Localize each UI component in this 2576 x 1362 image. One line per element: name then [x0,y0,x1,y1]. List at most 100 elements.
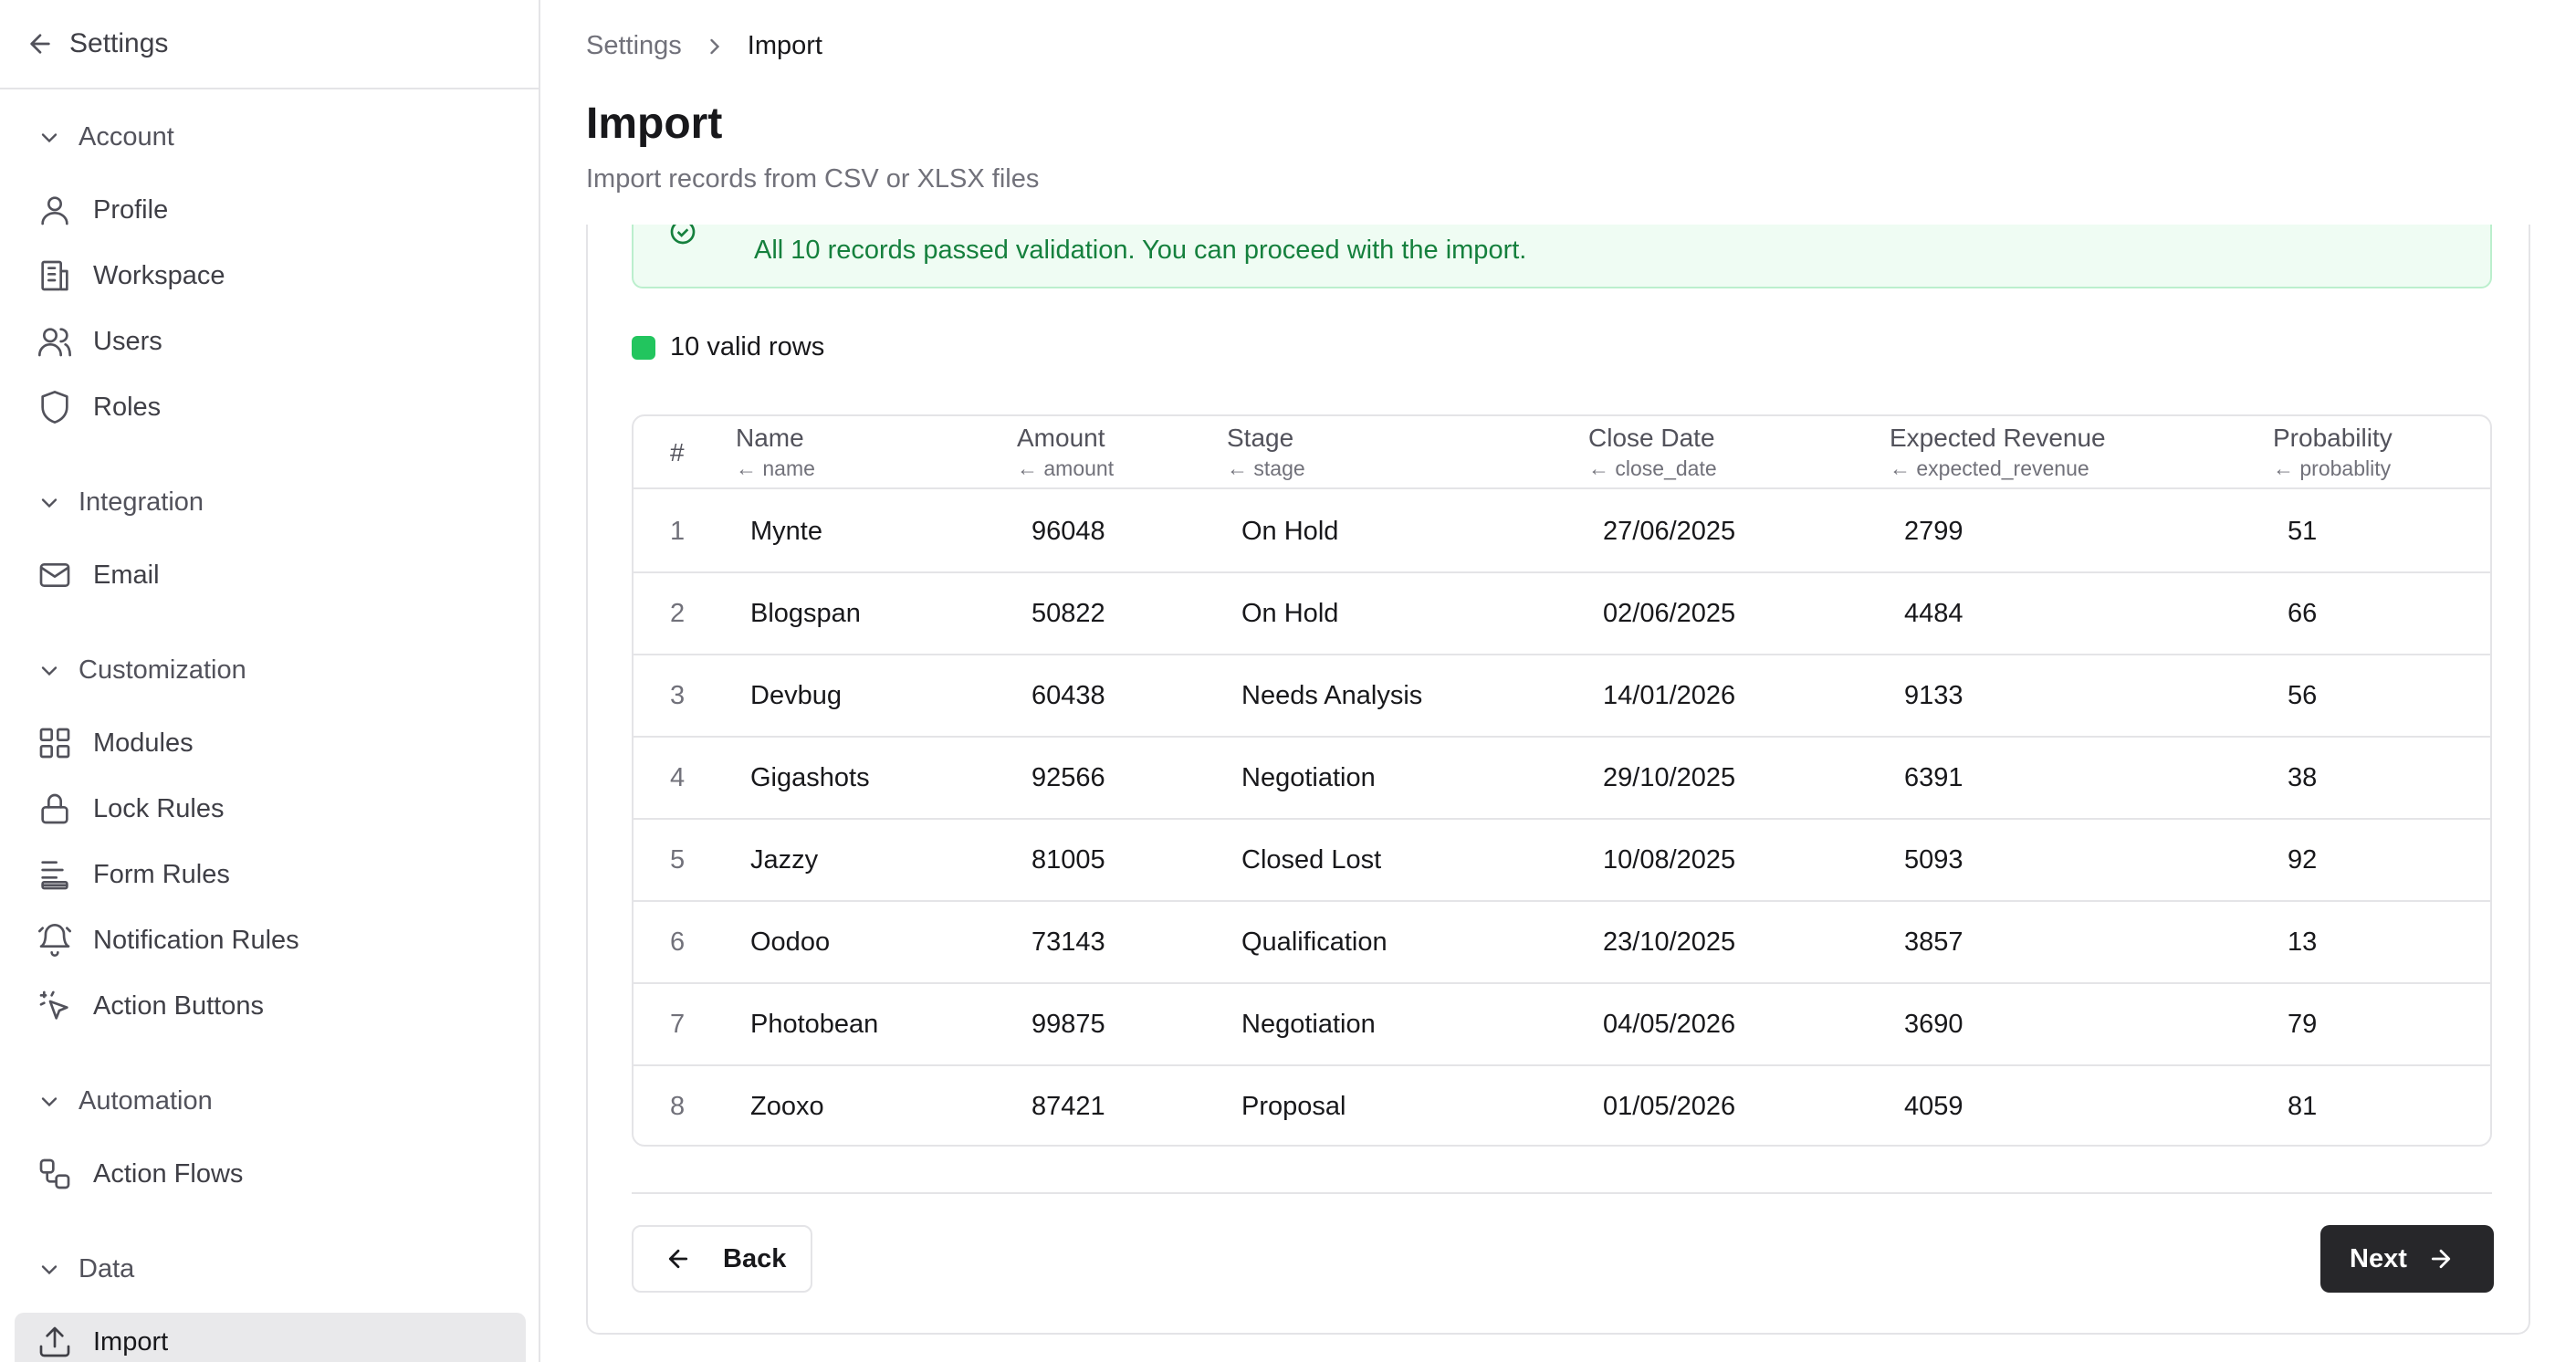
cell-amount: 73143 [1031,927,1105,957]
mail-icon [39,563,70,587]
cell-amount: 60438 [1031,681,1105,710]
building-icon [41,260,68,291]
cell-close-date: 27/06/2025 [1603,517,1736,546]
cell-probability: 79 [2288,1010,2318,1039]
cell-probability: 81 [2288,1092,2318,1121]
footer-divider [632,1192,2492,1194]
cell-close-date: 02/06/2025 [1603,599,1736,628]
column-source-field: close_date [1615,456,1717,480]
group-account[interactable]: Account [37,122,174,152]
cell-amount: 81005 [1031,845,1105,875]
validation-message: All 10 records passed validation. You ca… [754,236,1527,265]
column-title: Probability [2273,424,2393,452]
workflow-icon [39,1158,70,1189]
arrow-left-icon [30,34,50,54]
cell-close-date: 14/01/2026 [1603,681,1736,710]
table-header: # Name ← name Amount ← amount Stage ← st… [634,416,2490,489]
cell-close-date: 23/10/2025 [1603,927,1736,957]
bell-icon [38,924,71,957]
column-source: ← probablity [2273,456,2392,480]
chevron-down-icon [41,132,58,142]
arrow-left-icon [668,1249,688,1269]
column-source-field: probablity [2299,456,2392,480]
upload-icon [39,1326,70,1357]
group-integration[interactable]: Integration [37,487,204,518]
column-title: Name [736,424,804,452]
cell-stage: Closed Lost [1241,845,1382,875]
sidebar-item-profile[interactable]: Profile [15,183,526,237]
import-card: All 10 records passed validation. You ca… [586,225,2530,1335]
row-index: 2 [670,599,686,628]
sidebar-item-label: Notification Rules [93,925,299,955]
sidebar-item-modules[interactable]: Modules [15,716,526,770]
main-content: Settings Import Import Import records fr… [542,0,2576,1362]
cell-stage: Qualification [1241,927,1387,957]
cell-probability: 38 [2288,763,2318,792]
table-row: 4 Gigashots 92566 Negotiation 29/10/2025 6391… [634,738,2490,820]
grid-icon [39,728,70,759]
column-header-amount: Amount ← amount [1017,424,1114,481]
sidebar-item-form-rules[interactable]: Form Rules [15,847,526,902]
sidebar-item-workspace[interactable]: Workspace [15,248,526,303]
cell-name: Photobean [750,1010,879,1039]
lock-icon [41,793,68,824]
sidebar-item-label: Lock Rules [93,793,225,823]
sidebar-item-label: Workspace [93,260,225,290]
sidebar-item-label: Action Buttons [93,990,264,1021]
sidebar-item-label: Roles [93,392,162,422]
cell-probability: 56 [2288,681,2318,710]
sidebar-item-email[interactable]: Email [15,548,526,602]
sidebar-item-roles[interactable]: Roles [15,380,526,435]
back-button[interactable]: Back [632,1225,812,1293]
column-header-close-date: Close Date ← close_date [1588,424,1717,481]
cell-expected-revenue: 6391 [1904,763,1963,792]
chevron-down-icon [41,1096,58,1106]
column-title: Amount [1017,424,1105,452]
cell-expected-revenue: 9133 [1904,681,1963,710]
cell-probability: 92 [2288,845,2318,875]
page-title: Import [586,100,723,148]
group-customization[interactable]: Customization [37,655,246,686]
sidebar-item-notification-rules[interactable]: Notification Rules [15,913,526,968]
sidebar-item-action-flows[interactable]: Action Flows [15,1147,526,1201]
cell-close-date: 10/08/2025 [1603,845,1736,875]
column-header-probability: Probability ← probablity [2273,424,2393,481]
breadcrumb-parent[interactable]: Settings [586,31,682,61]
group-title-label: Automation [79,1086,213,1116]
cell-name: Blogspan [750,599,861,628]
sidebar-item-action-buttons[interactable]: Action Buttons [15,979,526,1033]
cell-stage: On Hold [1241,517,1339,546]
chevron-down-icon [41,498,58,508]
group-automation[interactable]: Automation [37,1086,213,1116]
sidebar-back-link[interactable]: Settings [0,0,539,89]
sidebar-item-label: Profile [93,194,169,225]
row-index: 8 [670,1092,686,1121]
column-source-field: expected_revenue [1916,456,2089,480]
group-title-label: Data [79,1254,135,1283]
cell-name: Devbug [750,681,842,710]
row-index: 3 [670,681,686,710]
cell-amount: 50822 [1031,599,1105,628]
column-source: ← amount [1017,456,1115,480]
cell-stage: On Hold [1241,599,1339,628]
table-row: 2 Blogspan 50822 On Hold 02/06/2025 4484 66 [634,573,2490,655]
cell-expected-revenue: 5093 [1904,845,1963,875]
cell-expected-revenue: 4484 [1904,599,1963,628]
sidebar-item-label: Action Flows [93,1158,244,1189]
column-title: Expected Revenue [1890,424,2106,452]
arrow-right-icon [2431,1249,2450,1269]
shield-icon [41,391,68,424]
sidebar-item-import[interactable]: Import [15,1313,526,1362]
sidebar-item-lock-rules[interactable]: Lock Rules [15,781,526,836]
cell-expected-revenue: 2799 [1904,517,1963,546]
validation-alert: All 10 records passed validation. You ca… [632,225,2492,288]
sidebar-item-users[interactable]: Users [15,314,526,369]
column-header-name: Name ← name [736,424,815,481]
row-index: 7 [670,1010,686,1039]
column-title: Stage [1227,424,1294,452]
group-data[interactable]: Data [37,1254,134,1284]
column-source-field: name [762,456,815,480]
next-button[interactable]: Next [2320,1225,2494,1293]
sidebar-item-label: Form Rules [93,859,230,889]
table-row: 5 Jazzy 81005 Closed Lost 10/08/2025 5093 92 [634,820,2490,902]
